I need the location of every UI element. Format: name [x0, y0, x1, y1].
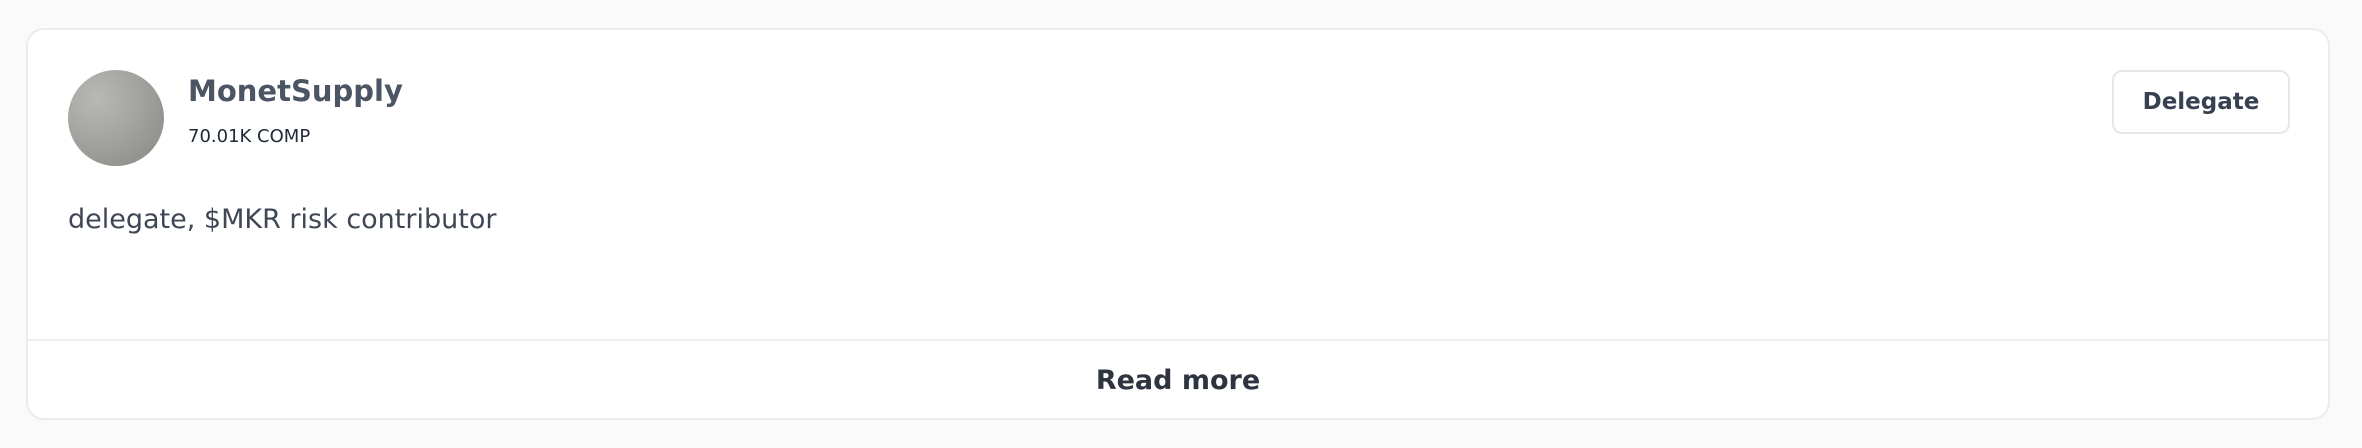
delegate-bio: delegate, $MKR risk contributor: [68, 204, 497, 235]
voting-power: 70.01K COMP: [188, 126, 311, 147]
delegate-button[interactable]: Delegate: [2112, 70, 2290, 134]
read-more-label: Read more: [1095, 365, 1261, 396]
delegate-name: MonetSupply: [188, 74, 403, 108]
avatar: [68, 70, 164, 166]
delegate-card: MonetSupply 70.01K COMP Delegate delegat…: [26, 28, 2330, 420]
read-more-button[interactable]: Read more: [28, 341, 2328, 418]
